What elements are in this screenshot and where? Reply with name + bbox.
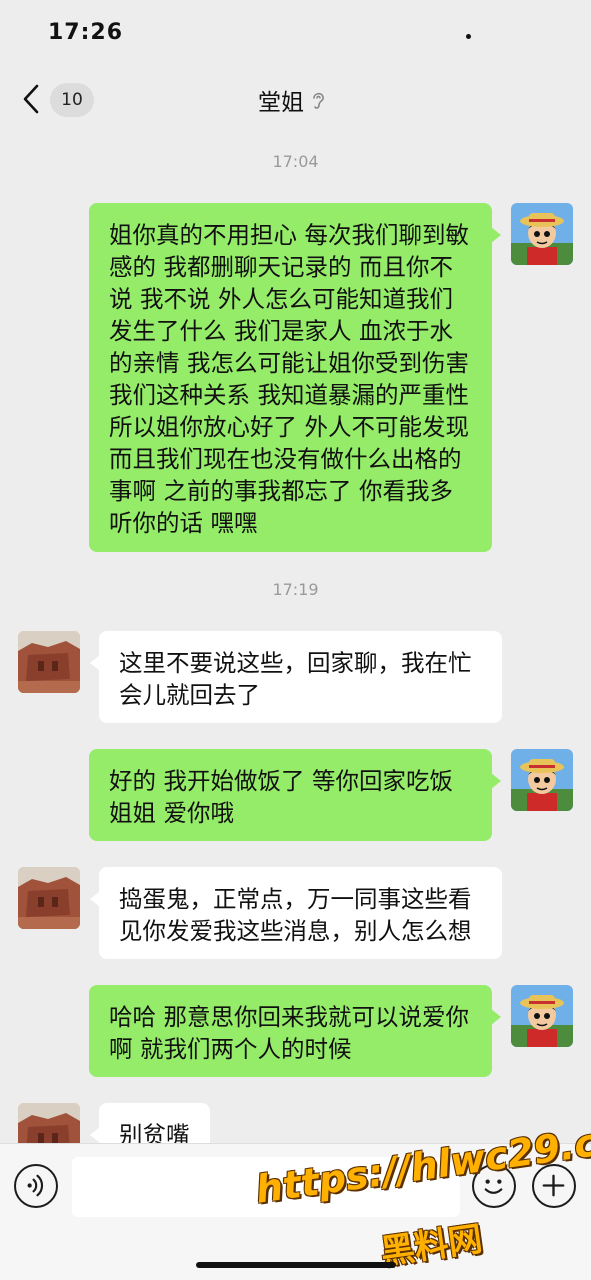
back-button[interactable] [18,82,46,116]
time-stamp: 17:04 [272,152,319,171]
contact-message-bubble[interactable]: 捣蛋鬼，正常点，万一同事这些看见你发爱我这些消息，别人怎么想 [90,867,502,959]
my-avatar[interactable] [511,203,573,265]
my-message-bubble[interactable]: 姐你真的不用担心 每次我们聊到敏感的 我都删聊天记录的 而且你不说 我不说 外人… [89,203,501,552]
contact-avatar[interactable] [18,631,80,693]
my-message-bubble[interactable]: 好的 我开始做饭了 等你回家吃饭 姐姐 爱你哦 [89,749,501,841]
status-time: 17:26 [48,20,124,45]
unread-badge[interactable]: 10 [50,83,94,117]
voice-button[interactable] [14,1164,58,1208]
my-avatar[interactable] [511,985,573,1047]
chat-title-wrap[interactable]: 堂姐 [258,84,328,116]
contact-message-bubble[interactable]: 这里不要说这些，回家聊，我在忙会儿就回去了 [90,631,502,723]
my-avatar[interactable] [511,749,573,811]
voice-icon [27,1174,44,1197]
status-bar: 17:26 [0,0,591,64]
ear-muted-icon [313,92,324,109]
chevron-left-icon [23,84,39,114]
my-message-bubble[interactable]: 哈哈 那意思你回来我就可以说爱你啊 就我们两个人的时候 [89,985,501,1077]
signal-indicator [466,34,471,39]
chat-header: 10 堂姐 [0,64,591,132]
chat-title: 堂姐 [258,90,304,116]
time-stamp: 17:19 [272,580,319,599]
contact-avatar[interactable] [18,867,80,929]
home-indicator [196,1262,396,1268]
